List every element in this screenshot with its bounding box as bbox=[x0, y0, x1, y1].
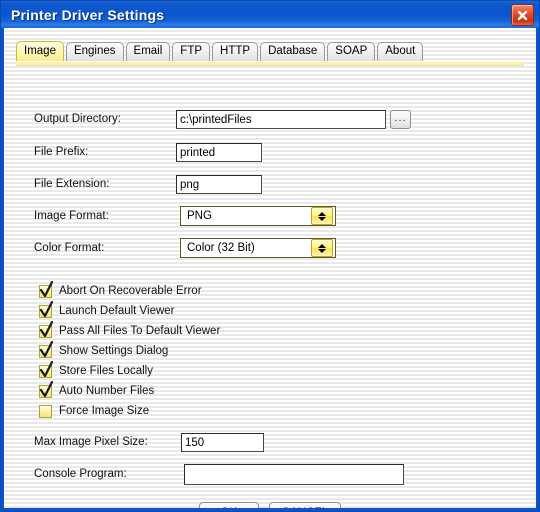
color-format-value: Color (32 Bit) bbox=[187, 242, 255, 254]
checkmark-icon bbox=[39, 360, 54, 378]
checkmark-icon bbox=[39, 380, 54, 398]
checkbox-label: Store Files Locally bbox=[59, 365, 153, 377]
tab-engines[interactable]: Engines bbox=[65, 42, 124, 61]
tab-label: FTP bbox=[180, 45, 203, 57]
checkmark-icon bbox=[39, 300, 54, 318]
checkmark-icon bbox=[39, 280, 54, 298]
checkbox-store-files-locally[interactable]: Store Files Locally bbox=[4, 360, 536, 381]
tab-label: About bbox=[385, 45, 416, 57]
window-titlebar[interactable]: Printer Driver Settings bbox=[1, 1, 539, 28]
tab-label: Engines bbox=[73, 45, 116, 57]
image-format-value: PNG bbox=[187, 210, 212, 222]
spinner-icon[interactable] bbox=[311, 207, 333, 225]
tab-underline-edge bbox=[16, 65, 524, 66]
tab-label: HTTP bbox=[220, 45, 251, 57]
close-icon[interactable] bbox=[511, 4, 534, 26]
checkbox-label: Launch Default Viewer bbox=[59, 305, 175, 317]
console-program-input[interactable] bbox=[184, 464, 404, 485]
tab-label: Email bbox=[133, 45, 163, 57]
tab-image[interactable]: Image bbox=[16, 41, 64, 61]
tab-email[interactable]: Email bbox=[125, 42, 171, 61]
ok-button[interactable]: OK bbox=[198, 502, 259, 508]
dialog-button-bar: OK CANCEL bbox=[4, 502, 536, 508]
file-extension-input[interactable] bbox=[176, 175, 262, 194]
image-settings-form: Output Directory: ... File Prefix: File … bbox=[4, 68, 536, 508]
tab-ftp[interactable]: FTP bbox=[172, 42, 211, 61]
output-directory-label: Output Directory: bbox=[34, 113, 121, 125]
image-format-label: Image Format: bbox=[34, 210, 109, 222]
tab-http[interactable]: HTTP bbox=[212, 42, 259, 61]
window-title: Printer Driver Settings bbox=[11, 6, 165, 23]
tab-label: Image bbox=[24, 45, 56, 57]
dialog-client-area: Image Engines Email FTP HTTP Database SO… bbox=[4, 28, 536, 508]
output-directory-input[interactable] bbox=[176, 110, 386, 129]
checkbox-show-settings-dialog[interactable]: Show Settings Dialog bbox=[4, 340, 536, 361]
file-extension-label: File Extension: bbox=[34, 178, 110, 190]
spinner-icon[interactable] bbox=[311, 239, 333, 257]
cancel-button[interactable]: CANCEL bbox=[268, 502, 342, 508]
tab-about[interactable]: About bbox=[377, 42, 424, 61]
checkbox-label: Abort On Recoverable Error bbox=[59, 285, 202, 297]
checkbox-label: Show Settings Dialog bbox=[59, 345, 169, 357]
checkbox-abort-on-recoverable-error[interactable]: Abort On Recoverable Error bbox=[4, 280, 536, 301]
checkmark-icon bbox=[39, 340, 54, 358]
checkbox-group: Abort On Recoverable Error Launch Defaul… bbox=[4, 280, 536, 421]
tab-label: SOAP bbox=[335, 45, 368, 57]
max-image-pixel-size-label: Max Image Pixel Size: bbox=[34, 436, 148, 448]
printer-driver-settings-dialog: Printer Driver Settings Image Engines Em… bbox=[0, 0, 540, 512]
checkbox-force-image-size[interactable]: Force Image Size bbox=[4, 401, 536, 421]
image-format-select[interactable]: PNG bbox=[180, 206, 336, 226]
checkbox-label: Pass All Files To Default Viewer bbox=[59, 325, 221, 337]
tab-list: Image Engines Email FTP HTTP Database SO… bbox=[16, 41, 425, 61]
empty-checkbox-icon bbox=[39, 404, 52, 418]
color-format-label: Color Format: bbox=[34, 242, 105, 254]
checkbox-launch-default-viewer[interactable]: Launch Default Viewer bbox=[4, 300, 536, 321]
checkbox-label: Force Image Size bbox=[59, 405, 150, 417]
checkbox-auto-number-files[interactable]: Auto Number Files bbox=[4, 380, 536, 401]
tab-soap[interactable]: SOAP bbox=[327, 42, 376, 61]
checkmark-icon bbox=[39, 320, 54, 338]
checkbox-label: Auto Number Files bbox=[59, 385, 155, 397]
max-image-pixel-size-input[interactable] bbox=[181, 433, 264, 452]
checkbox-pass-all-files-to-default-viewer[interactable]: Pass All Files To Default Viewer bbox=[4, 320, 536, 341]
tab-strip: Image Engines Email FTP HTTP Database SO… bbox=[4, 40, 536, 64]
browse-button[interactable]: ... bbox=[390, 110, 411, 129]
console-program-label: Console Program: bbox=[34, 468, 127, 480]
file-prefix-input[interactable] bbox=[176, 143, 262, 162]
tab-label: Database bbox=[268, 45, 318, 57]
tab-database[interactable]: Database bbox=[260, 42, 326, 61]
color-format-select[interactable]: Color (32 Bit) bbox=[180, 238, 336, 258]
file-prefix-label: File Prefix: bbox=[34, 146, 89, 158]
